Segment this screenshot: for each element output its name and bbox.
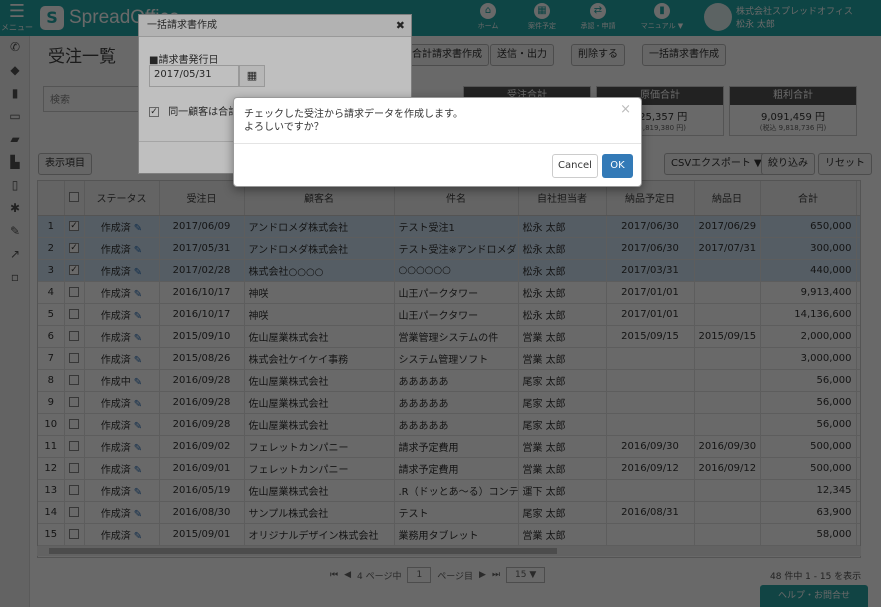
confirm-backdrop bbox=[0, 0, 881, 607]
cancel-button[interactable]: Cancel bbox=[552, 154, 598, 178]
close-icon[interactable]: × bbox=[620, 102, 631, 117]
confirm-dialog: チェックした受注から請求データを作成します。 よろしいですか？ × Cancel… bbox=[233, 97, 642, 187]
confirm-divider bbox=[234, 143, 641, 144]
ok-button[interactable]: OK bbox=[602, 154, 633, 178]
confirm-line-1: チェックした受注から請求データを作成します。 bbox=[244, 109, 463, 120]
confirm-line-2: よろしいですか？ bbox=[244, 122, 324, 133]
confirm-message: チェックした受注から請求データを作成します。 よろしいですか？ bbox=[244, 108, 463, 134]
